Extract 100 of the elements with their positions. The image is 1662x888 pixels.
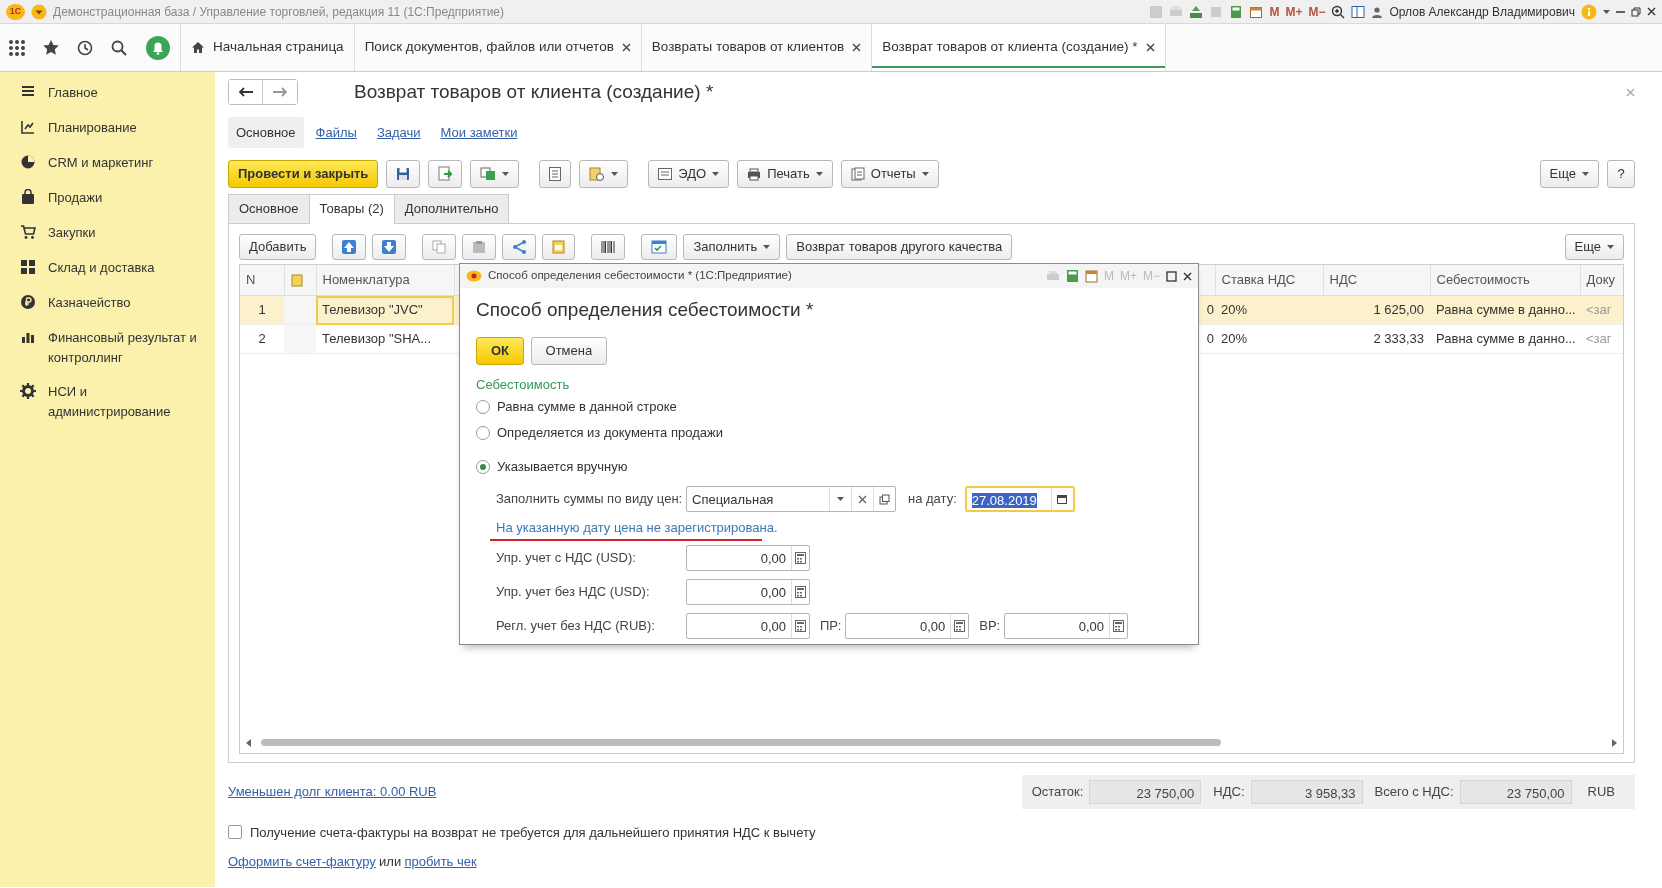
receipt-link[interactable]: пробить чек	[404, 852, 477, 872]
sidebar-item[interactable]: Финансовый результат и контроллинг	[0, 323, 215, 371]
more-button[interactable]: Еще	[1539, 160, 1599, 188]
post-and-close-button[interactable]: Провести и закрыть	[228, 160, 379, 188]
edo-button[interactable]: ЭДО	[648, 160, 730, 188]
sidebar-item[interactable]: CRM и маркетинг	[0, 148, 215, 183]
more-button[interactable]: Еще	[1564, 233, 1624, 260]
save-button[interactable]	[386, 160, 421, 188]
bell-icon	[146, 35, 170, 60]
sidebar-item[interactable]: Продажи	[0, 183, 215, 218]
add-button[interactable]: Добавить	[239, 233, 317, 260]
price-type-field[interactable]: Специальная	[686, 486, 896, 512]
column-header[interactable]: НДС	[1323, 264, 1430, 296]
copy-icon	[480, 167, 497, 181]
amount-field[interactable]: 0,00	[1004, 612, 1128, 639]
field-label: ПР:	[820, 616, 842, 635]
memory-button[interactable]: M	[1269, 2, 1280, 21]
amount-field[interactable]: 0,00	[845, 612, 970, 639]
print-icon	[1169, 4, 1184, 19]
sidebar-item[interactable]: НСИ и администрирование	[0, 377, 215, 425]
post-button[interactable]	[428, 160, 463, 188]
amount-field[interactable]: 0,00	[686, 544, 810, 571]
radio-option[interactable]: Указывается вручную	[476, 454, 1182, 480]
floppy-icon	[396, 167, 411, 181]
table-cell: 2	[258, 331, 266, 347]
warning-link[interactable]: На указанную дату цена не зарегистрирована.	[496, 518, 778, 538]
section-tab[interactable]: Возврат товаров от клиента (создание) *	[871, 24, 1165, 71]
radio-option[interactable]: Определяется из документа продажи	[476, 420, 1182, 446]
total-field[interactable]: 23 750,00	[1089, 779, 1202, 804]
arrow-up-icon	[342, 239, 357, 254]
total-field[interactable]: 23 750,00	[1459, 779, 1572, 804]
other-quality-button[interactable]: Возврат товаров другого качества	[786, 233, 1013, 260]
nav-link[interactable]: Файлы	[307, 116, 365, 148]
document-button[interactable]	[542, 233, 576, 260]
column-header[interactable]: N	[240, 264, 284, 296]
calendar-icon	[1249, 4, 1264, 19]
restore-icon	[1631, 6, 1641, 17]
sidebar-item[interactable]: Главное	[0, 78, 215, 113]
copy-button[interactable]	[470, 160, 520, 188]
checkbox[interactable]	[228, 825, 242, 840]
horizontal-scrollbar[interactable]	[246, 736, 1617, 749]
debt-link[interactable]: Уменьшен долг клиента: 0.00 RUB	[228, 781, 437, 802]
barcode-button[interactable]	[591, 233, 626, 260]
total-field[interactable]: 3 958,33	[1250, 779, 1363, 804]
column-header[interactable]: Ставка НДС	[1215, 264, 1323, 296]
amount-field[interactable]: 0,00	[686, 612, 810, 639]
section-tab[interactable]: Начальная страница	[180, 24, 354, 71]
table-cell: 1 625,00	[1373, 302, 1424, 318]
field-label: ВР:	[979, 616, 1000, 635]
memory-button[interactable]: M+	[1285, 2, 1303, 21]
checklist-icon	[651, 239, 668, 254]
sidebar-item[interactable]: Казначейство	[0, 288, 215, 323]
nav-link[interactable]: Мои заметки	[432, 116, 526, 148]
report-icon	[850, 167, 865, 181]
section-tab[interactable]: Поиск документов, файлов или отчетов	[353, 24, 641, 71]
list-button[interactable]	[539, 160, 572, 188]
table-cell: <заг	[1586, 331, 1612, 347]
open-icon	[879, 493, 890, 505]
close-icon	[1145, 43, 1155, 52]
gear-icon	[20, 383, 36, 399]
column-header[interactable]: Номенклатура	[316, 264, 454, 296]
calculator-icon	[795, 585, 806, 598]
share-button[interactable]	[502, 233, 537, 260]
amount-field[interactable]: 0,00	[686, 578, 810, 605]
logo: 1С	[6, 3, 25, 20]
date-field[interactable]: 27.08.2019	[964, 486, 1075, 512]
column-header[interactable]: Себестоимость	[1430, 264, 1580, 296]
memory-button[interactable]: M−	[1308, 2, 1326, 21]
sidebar-item[interactable]: Закупки	[0, 218, 215, 253]
reports-button[interactable]: Отчеты	[840, 160, 939, 188]
column-header[interactable]	[284, 264, 316, 296]
document-button[interactable]	[579, 160, 629, 188]
move-up-button[interactable]	[332, 233, 367, 260]
copy-row-button[interactable]	[422, 233, 457, 260]
radio-option[interactable]: Равна сумме в данной строке	[476, 394, 1182, 420]
calendar-icon	[1084, 269, 1098, 283]
tab[interactable]: Дополнительно	[393, 194, 510, 223]
arrow-down-icon	[382, 239, 397, 254]
fill-button[interactable]: Заполнить	[683, 233, 781, 260]
paste-button[interactable]	[462, 233, 497, 260]
nav-link[interactable]: Основное	[228, 116, 304, 148]
sidebar-item[interactable]: Склад и доставка	[0, 253, 215, 288]
ok-button[interactable]: ОК	[476, 336, 525, 365]
calculator-icon	[1113, 619, 1124, 632]
column-header[interactable]: Доку	[1580, 264, 1623, 296]
sidebar-item[interactable]: Планирование	[0, 113, 215, 148]
user-name[interactable]: Орлов Александр Владимирович	[1389, 2, 1575, 21]
tab[interactable]: Основное	[228, 194, 310, 223]
calculator-icon	[795, 551, 806, 564]
list-icon	[549, 167, 562, 181]
checklist-button[interactable]	[641, 233, 678, 260]
print-button[interactable]: Печать	[737, 160, 833, 188]
tab[interactable]: Товары (2)	[308, 194, 395, 224]
nav-link[interactable]: Задачи	[368, 116, 429, 148]
invoice-link[interactable]: Оформить счет-фактуру	[228, 852, 376, 872]
back-button[interactable]	[229, 80, 263, 105]
cancel-button[interactable]: Отмена	[530, 336, 608, 365]
close-icon	[1626, 87, 1635, 97]
help-button[interactable]: ?	[1607, 160, 1635, 188]
move-down-button[interactable]	[372, 233, 407, 260]
